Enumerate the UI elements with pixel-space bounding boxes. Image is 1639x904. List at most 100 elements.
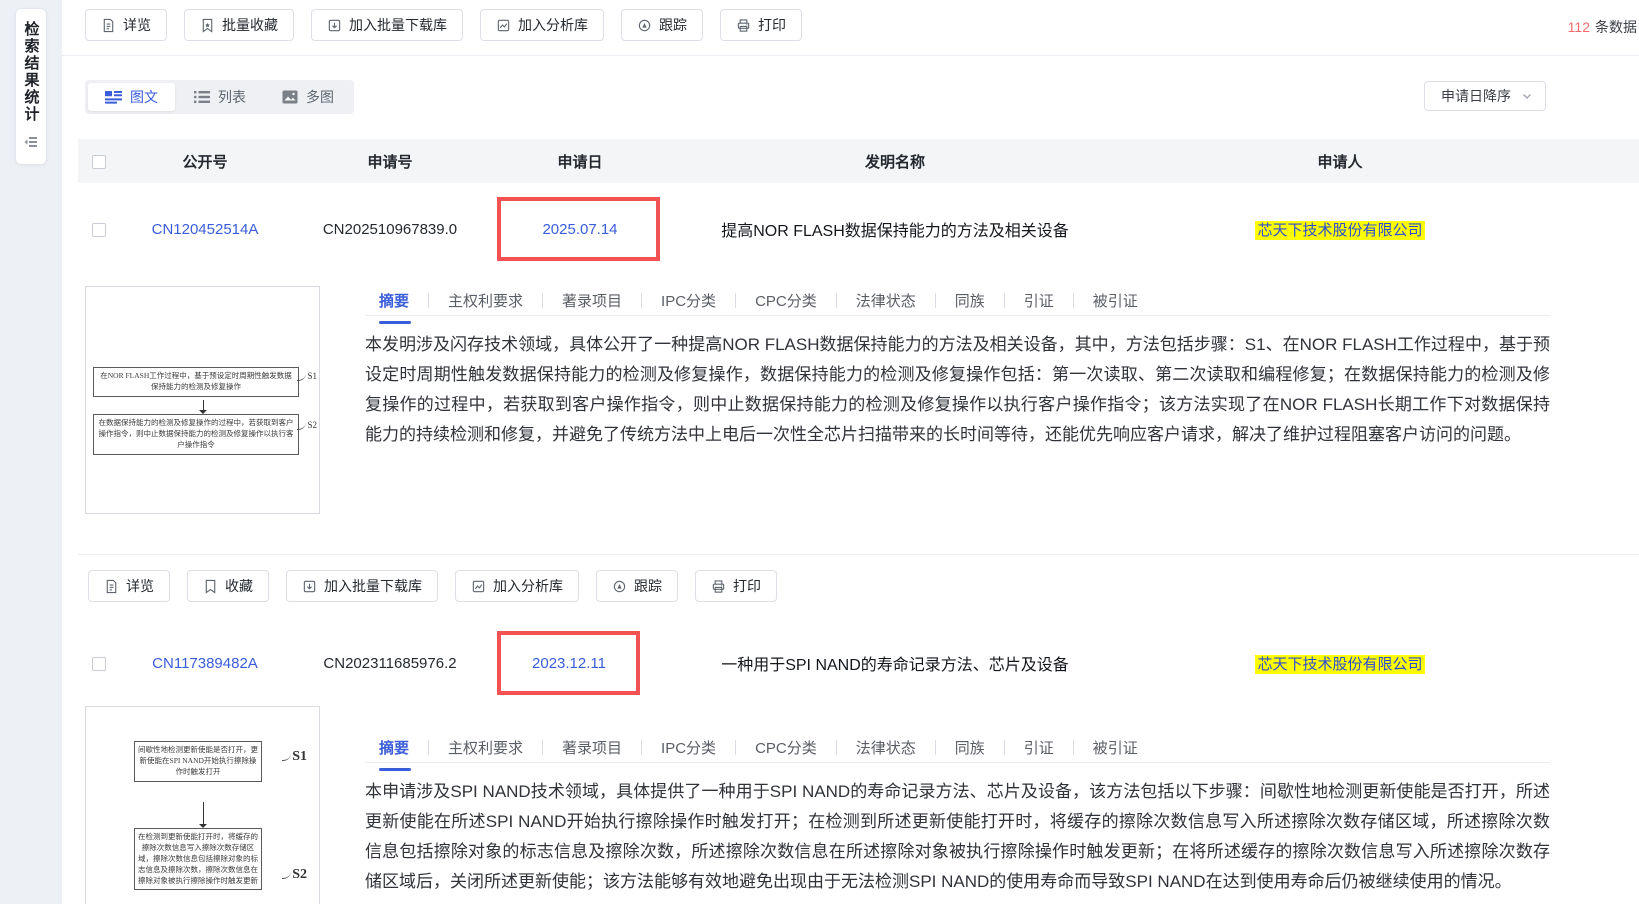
patent-drawing-thumbnail[interactable]: 间歇性地检测更新使能是否打开，更新使能在SPI NAND开始执行擦除操作时触发打… <box>85 706 320 904</box>
favorite-button[interactable]: 收藏 <box>187 570 269 602</box>
row-checkbox[interactable] <box>92 223 106 237</box>
publication-number-link[interactable]: CN120452514A <box>152 221 259 238</box>
printer-icon <box>711 579 726 594</box>
tab-biblio[interactable]: 著录项目 <box>543 290 641 311</box>
application-number: CN202311685976.2 <box>290 655 490 672</box>
button-label: 收藏 <box>225 576 253 596</box>
add-analysis-button[interactable]: 加入分析库 <box>455 570 579 602</box>
result-detail-1: 在NOR FLASH工作过程中，基于预设定时周期性触发数据保持能力的检测及修复操… <box>85 286 1639 514</box>
tab-main-claim[interactable]: 主权利要求 <box>429 290 542 311</box>
application-number: CN202510967839.0 <box>290 221 490 238</box>
list-icon <box>194 90 210 104</box>
flowchart-step-label: S2 <box>282 867 307 883</box>
top-toolbar: 详览 批量收藏 加入批量下载库 加入分析库 跟踪 打印 <box>62 0 1639 48</box>
button-label: 详览 <box>126 576 154 596</box>
select-all-checkbox[interactable] <box>92 155 106 169</box>
tab-family[interactable]: 同族 <box>936 290 1004 311</box>
column-header-invention-title[interactable]: 发明名称 <box>670 151 1120 172</box>
row-checkbox[interactable] <box>92 657 106 671</box>
result-row-1: CN120452514A CN202510967839.0 2025.07.14… <box>78 183 1639 275</box>
track-icon <box>612 579 627 594</box>
application-date: 2023.12.11 <box>532 655 606 672</box>
search-stats-panel[interactable]: 检索结果统计 <box>15 8 47 165</box>
multi-image-icon <box>282 90 298 104</box>
document-icon <box>101 18 116 33</box>
abstract-text: 本申请涉及SPI NAND技术领域，具体提供了一种用于SPI NAND的寿命记录… <box>365 777 1550 897</box>
patent-drawing-thumbnail[interactable]: 在NOR FLASH工作过程中，基于预设定时周期性触发数据保持能力的检测及修复操… <box>85 286 320 514</box>
applicant-name-highlighted[interactable]: 芯天下技术股份有限公司 <box>1255 221 1424 240</box>
left-rail: 检索结果统计 <box>0 0 62 904</box>
flowchart-step-box: 在NOR FLASH工作过程中，基于预设定时周期性触发数据保持能力的检测及修复操… <box>93 367 299 397</box>
results-count: 112条数据 <box>1568 17 1637 37</box>
track-button[interactable]: 跟踪 <box>596 570 678 602</box>
sort-selected-label: 申请日降序 <box>1441 86 1511 106</box>
flowchart-arrow <box>203 400 204 410</box>
column-header-publication-no[interactable]: 公开号 <box>120 151 290 172</box>
view-tab-label: 图文 <box>130 87 158 107</box>
tab-ipc[interactable]: IPC分类 <box>642 737 735 758</box>
batch-favorite-button[interactable]: 批量收藏 <box>184 9 294 41</box>
tab-family[interactable]: 同族 <box>936 737 1004 758</box>
results-main: 详览 批量收藏 加入批量下载库 加入分析库 跟踪 打印 <box>62 0 1639 904</box>
tab-cited-by[interactable]: 被引证 <box>1074 737 1157 758</box>
button-label: 打印 <box>733 576 761 596</box>
tab-legal-status[interactable]: 法律状态 <box>837 290 935 311</box>
collapse-panel-icon[interactable] <box>24 135 38 154</box>
add-batch-download-button[interactable]: 加入批量下载库 <box>311 9 463 41</box>
view-tab-image-text[interactable]: 图文 <box>88 83 175 111</box>
publication-number-link[interactable]: CN117389482A <box>152 655 258 672</box>
tab-abstract[interactable]: 摘要 <box>365 290 428 311</box>
invention-title[interactable]: 一种用于SPI NAND的寿命记录方法、芯片及设备 <box>670 651 1120 675</box>
print-button[interactable]: 打印 <box>695 570 777 602</box>
tab-cpc[interactable]: CPC分类 <box>736 290 836 311</box>
analysis-chart-icon <box>471 579 486 594</box>
bookmark-star-icon <box>200 18 215 33</box>
column-header-applicant[interactable]: 申请人 <box>1120 151 1560 172</box>
tab-biblio[interactable]: 著录项目 <box>543 737 641 758</box>
bookmark-icon <box>203 579 218 594</box>
flowchart-step-label: S1 <box>282 749 307 765</box>
application-date: 2025.07.14 <box>542 221 617 238</box>
button-label: 加入批量下载库 <box>324 576 422 596</box>
flowchart-arrow <box>203 802 204 824</box>
tab-abstract[interactable]: 摘要 <box>365 737 428 758</box>
invention-title[interactable]: 提高NOR FLASH数据保持能力的方法及相关设备 <box>670 217 1120 241</box>
track-button[interactable]: 跟踪 <box>621 9 703 41</box>
flowchart-step-box: 在检测到更新使能打开时，将缓存的擦除次数信息写入擦除次数存储区域，擦除次数信息包… <box>134 828 262 890</box>
tab-citation[interactable]: 引证 <box>1005 290 1073 311</box>
result-row-2: CN117389482A CN202311685976.2 2023.12.11… <box>78 628 1639 698</box>
column-header-application-date[interactable]: 申请日 <box>490 151 670 172</box>
applicant-name-highlighted[interactable]: 芯天下技术股份有限公司 <box>1255 655 1424 674</box>
view-tab-list[interactable]: 列表 <box>177 83 263 111</box>
table-header: 公开号 申请号 申请日 发明名称 申请人 <box>78 139 1639 183</box>
toolbar-divider <box>62 55 1639 56</box>
tab-main-claim[interactable]: 主权利要求 <box>429 737 542 758</box>
sort-dropdown[interactable]: 申请日降序 <box>1424 81 1546 111</box>
controls-row: 图文 列表 多图 申请日降序 <box>85 81 1639 113</box>
column-header-application-no[interactable]: 申请号 <box>290 151 490 172</box>
tab-cpc[interactable]: CPC分类 <box>736 737 836 758</box>
document-icon <box>104 579 119 594</box>
button-label: 跟踪 <box>634 576 662 596</box>
print-button[interactable]: 打印 <box>720 9 802 41</box>
download-box-icon <box>302 579 317 594</box>
button-label: 打印 <box>758 15 786 35</box>
tab-ipc[interactable]: IPC分类 <box>642 290 735 311</box>
analysis-chart-icon <box>496 18 511 33</box>
add-analysis-button[interactable]: 加入分析库 <box>480 9 604 41</box>
result-divider <box>78 554 1639 555</box>
view-tab-multi-image[interactable]: 多图 <box>265 83 351 111</box>
search-stats-label: 检索结果统计 <box>21 21 42 123</box>
download-box-icon <box>327 18 342 33</box>
add-batch-download-button[interactable]: 加入批量下载库 <box>286 570 438 602</box>
button-label: 详览 <box>123 15 151 35</box>
detail-view-button[interactable]: 详览 <box>85 9 167 41</box>
view-switcher: 图文 列表 多图 <box>85 80 354 114</box>
button-label: 跟踪 <box>659 15 687 35</box>
tab-cited-by[interactable]: 被引证 <box>1074 290 1157 311</box>
detail-view-button[interactable]: 详览 <box>88 570 170 602</box>
tab-legal-status[interactable]: 法律状态 <box>837 737 935 758</box>
flowchart-step-label: S1 <box>297 371 317 381</box>
result-tabs: 摘要 主权利要求 著录项目 IPC分类 CPC分类 法律状态 同族 引证 被引证 <box>365 286 1550 316</box>
tab-citation[interactable]: 引证 <box>1005 737 1073 758</box>
